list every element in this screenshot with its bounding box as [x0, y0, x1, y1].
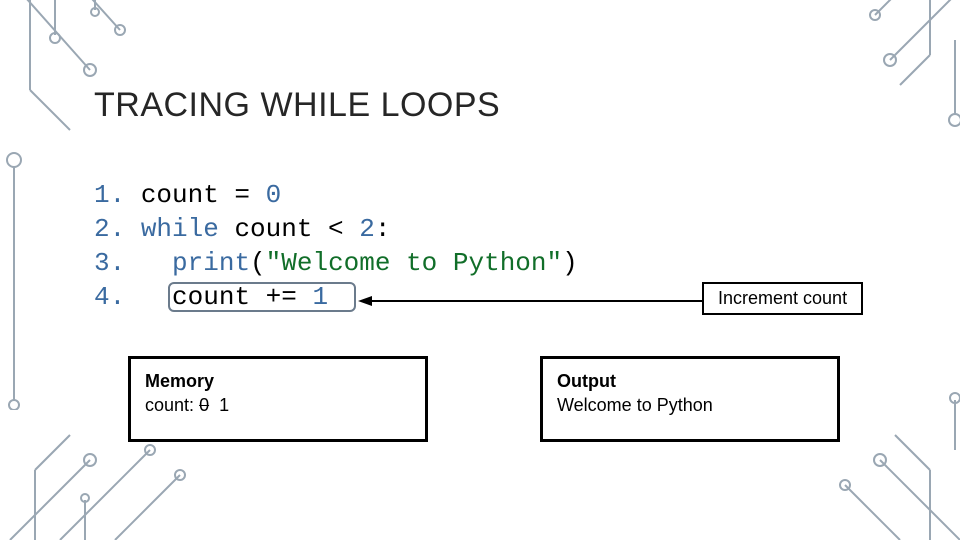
output-header: Output: [557, 369, 823, 393]
code-line: 3. print("Welcome to Python"): [94, 246, 578, 280]
arrow-to-callout: [358, 293, 702, 303]
output-panel: Output Welcome to Python: [540, 356, 840, 442]
memory-header: Memory: [145, 369, 411, 393]
code-line: 2. while count < 2:: [94, 212, 578, 246]
memory-panel: Memory count: 0 1: [128, 356, 428, 442]
memory-new-value: 1: [219, 395, 229, 415]
memory-label: count:: [145, 395, 194, 415]
memory-row: count: 0 1: [145, 393, 411, 417]
output-line: Welcome to Python: [557, 393, 823, 417]
callout-text: Increment count: [718, 288, 847, 308]
slide-title: TRACING WHILE LOOPS: [94, 86, 500, 125]
code-line: 1. count = 0: [94, 178, 578, 212]
callout-increment: Increment count: [702, 282, 863, 315]
memory-old-value: 0: [199, 395, 209, 415]
highlight-line-4: [168, 282, 356, 312]
